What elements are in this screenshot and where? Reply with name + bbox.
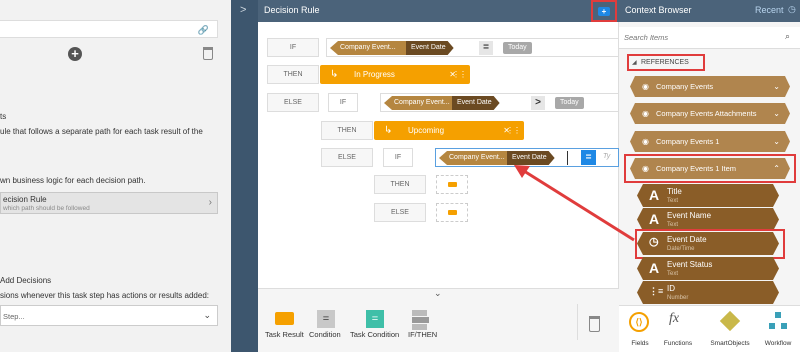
- annotation-arrow: [514, 165, 635, 242]
